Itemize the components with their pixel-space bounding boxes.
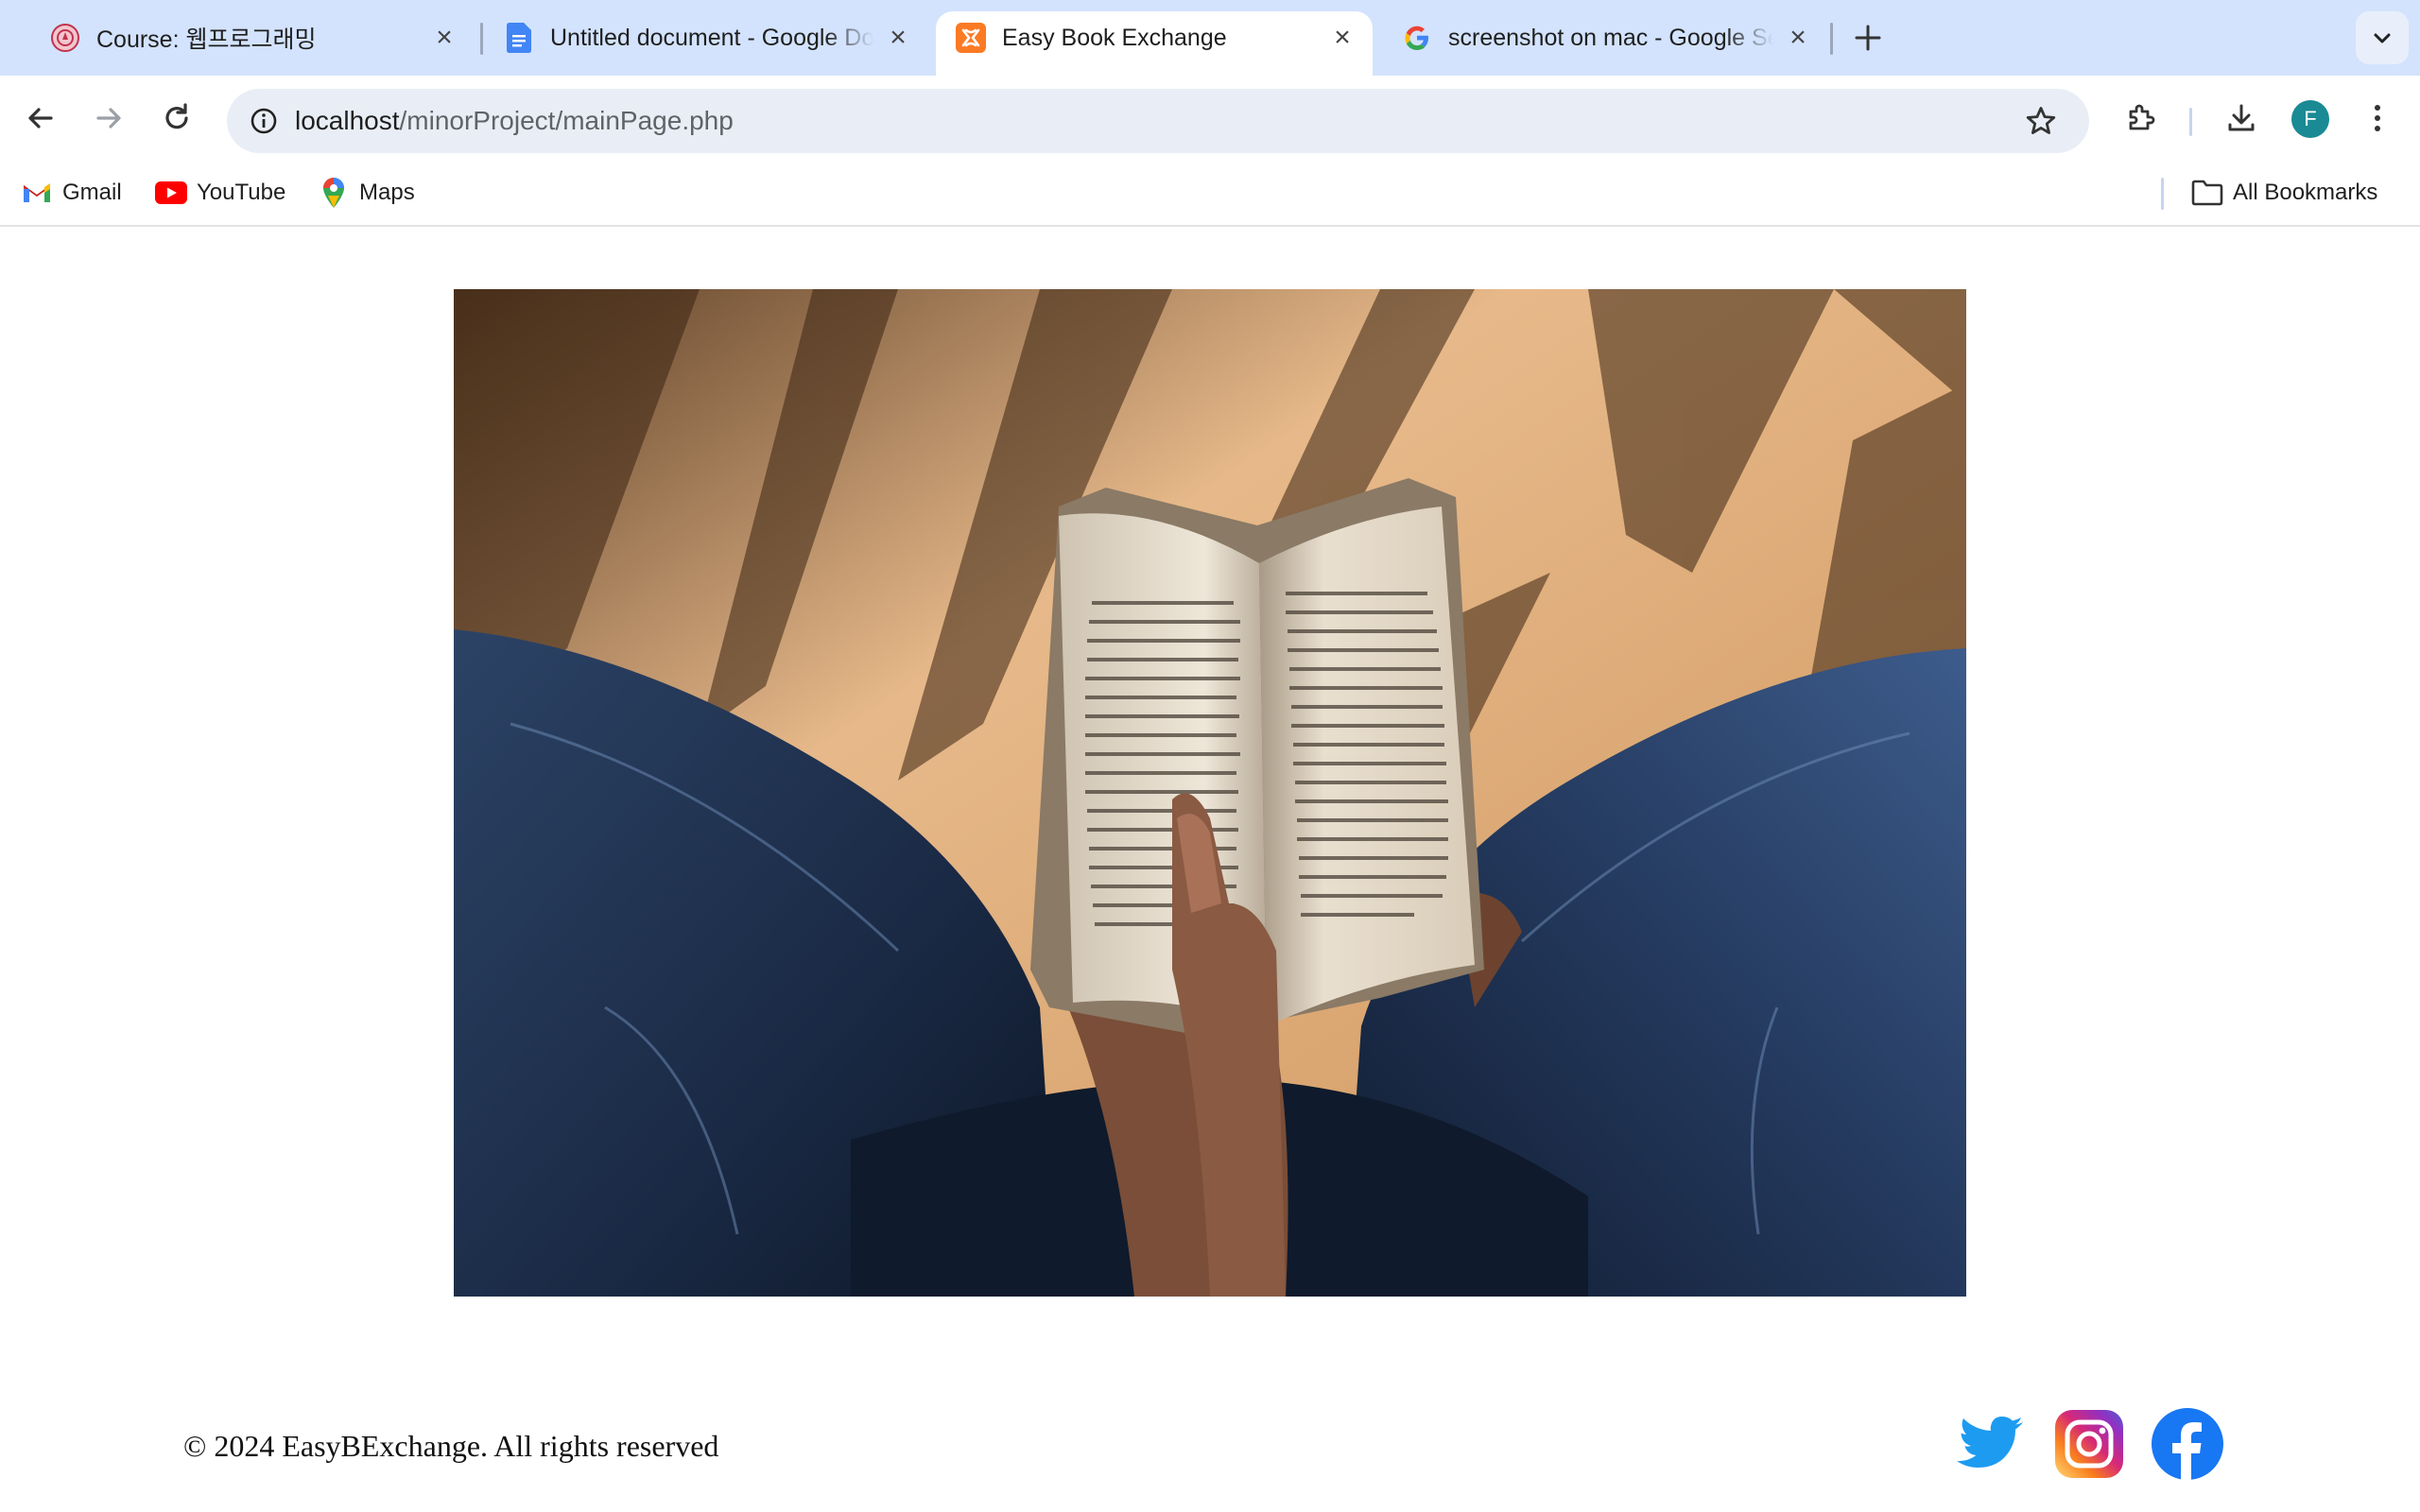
bookmark-label: Gmail — [62, 180, 122, 205]
url-host: localhost — [295, 106, 400, 135]
download-icon — [2228, 104, 2255, 131]
close-tab-icon[interactable]: × — [883, 22, 913, 53]
site-info-icon[interactable] — [240, 97, 287, 145]
bookmark-label: YouTube — [197, 180, 286, 205]
close-tab-icon[interactable]: × — [1783, 22, 1813, 53]
reload-icon — [165, 103, 188, 129]
toolbar-divider — [2189, 108, 2192, 136]
plus-icon — [1855, 25, 1881, 51]
twitter-icon — [1957, 1417, 2023, 1468]
arrow-left-icon — [28, 108, 53, 129]
chevron-down-icon — [2374, 33, 2391, 43]
tab-google-docs[interactable]: Untitled document - Google Docs × — [484, 13, 928, 62]
google-docs-icon — [503, 22, 535, 54]
url-text[interactable]: localhost/minorProject/mainPage.php — [295, 89, 734, 153]
back-button[interactable] — [17, 94, 64, 142]
close-tab-icon[interactable]: × — [429, 22, 459, 53]
downloads-button[interactable] — [2218, 94, 2265, 142]
bookmarks-bar: Gmail YouTube Maps All Bookmarks — [0, 161, 2420, 227]
profile-avatar[interactable]: F — [2291, 100, 2329, 138]
facebook-icon — [2152, 1408, 2223, 1480]
extensions-button[interactable] — [2118, 94, 2165, 142]
bookmark-star-icon[interactable] — [2017, 97, 2065, 145]
new-tab-button[interactable] — [1847, 17, 1889, 59]
hero-image-reading-book — [454, 289, 1966, 1297]
tab-strip: Course: 웹프로그래밍 × Untitled document - Goo… — [0, 0, 2420, 76]
bookmark-maps[interactable]: Maps — [318, 174, 415, 212]
tab-divider — [1830, 23, 1833, 55]
folder-icon — [2191, 177, 2223, 209]
all-bookmarks-label: All Bookmarks — [2233, 180, 2378, 205]
instagram-icon — [2055, 1410, 2123, 1478]
tab-search-button[interactable] — [2356, 11, 2409, 64]
tab-title: Untitled document - Google Docs — [550, 24, 873, 51]
xampp-icon — [955, 22, 987, 54]
tab-easy-book-exchange[interactable]: Easy Book Exchange × — [936, 11, 1373, 76]
forward-button[interactable] — [85, 94, 132, 142]
menu-button[interactable] — [2354, 94, 2401, 142]
page-content: © 2024 EasyBExchange. All rights reserve… — [0, 229, 2420, 1512]
twitter-link[interactable] — [1955, 1408, 2027, 1480]
close-tab-icon[interactable]: × — [1327, 22, 1357, 53]
reload-button[interactable] — [153, 94, 200, 142]
address-bar[interactable]: localhost/minorProject/mainPage.php — [227, 89, 2089, 153]
course-crest-icon — [49, 22, 81, 54]
browser-toolbar: localhost/minorProject/mainPage.php — [0, 76, 2420, 161]
kebab-menu-icon — [2375, 105, 2380, 131]
google-g-icon — [1401, 22, 1433, 54]
tab-google-search[interactable]: screenshot on mac - Google Search × — [1382, 13, 1828, 62]
arrow-right-icon — [96, 108, 121, 129]
tab-title: Course: 웹프로그래밍 — [96, 26, 317, 53]
maps-pin-icon — [318, 177, 350, 209]
youtube-icon — [155, 177, 187, 209]
instagram-link[interactable] — [2053, 1408, 2125, 1480]
url-path: /minorProject/mainPage.php — [399, 106, 734, 135]
tab-divider — [480, 23, 483, 55]
tab-title: screenshot on mac - Google Search — [1448, 24, 1773, 51]
tab-course[interactable]: Course: 웹프로그래밍 × — [30, 13, 475, 62]
bookmarks-divider — [2161, 178, 2164, 210]
bookmark-youtube[interactable]: YouTube — [155, 174, 285, 212]
all-bookmarks-button[interactable]: All Bookmarks — [2191, 174, 2377, 212]
puzzle-icon — [2129, 104, 2155, 130]
bookmark-label: Maps — [359, 180, 415, 205]
facebook-link[interactable] — [2152, 1408, 2223, 1480]
bookmark-gmail[interactable]: Gmail — [21, 174, 122, 212]
gmail-icon — [21, 177, 53, 209]
copyright-text: © 2024 EasyBExchange. All rights reserve… — [183, 1429, 719, 1463]
tab-title: Easy Book Exchange — [1002, 24, 1227, 51]
